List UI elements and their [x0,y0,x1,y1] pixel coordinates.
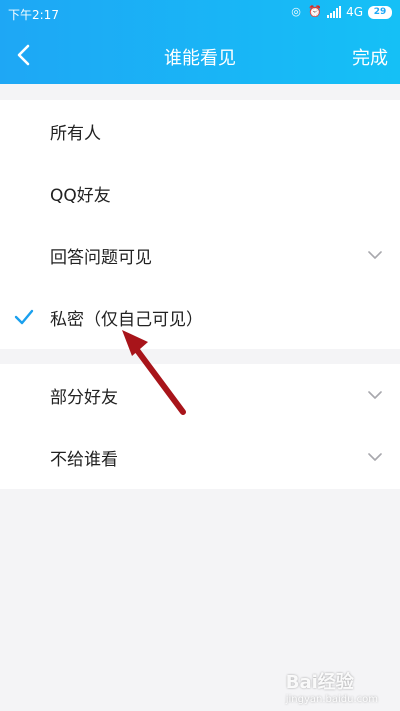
option-label: 私密（仅自己可见） [50,309,203,330]
option-label: 回答问题可见 [50,247,152,268]
done-button[interactable]: 完成 [352,44,388,70]
page-title: 谁能看见 [164,48,236,69]
status-time: 下午2:17 [8,8,59,22]
option-exclude-friends[interactable]: 不给谁看 [0,426,400,488]
friend-filter-options: 部分好友 不给谁看 [0,364,400,489]
chevron-down-icon [368,391,382,399]
option-everyone[interactable]: 所有人 [0,100,400,162]
option-private[interactable]: 私密（仅自己可见） [0,286,400,348]
network-type: 4G [346,5,363,19]
watermark: Bai经验 jingyan.baidu.com [286,668,378,705]
visibility-options: 所有人 QQ好友 回答问题可见 私密（仅自己可见） [0,100,400,349]
nav-bar: 谁能看见 完成 [0,28,400,84]
option-label: 不给谁看 [50,449,118,470]
chevron-down-icon [368,453,382,461]
app-header: 下午2:17 ◎ ⏰ 4G 29 谁能看见 完成 [0,0,400,84]
signal-icon [327,6,342,18]
chevron-down-icon [368,251,382,259]
option-qq-friends[interactable]: QQ好友 [0,162,400,224]
option-some-friends[interactable]: 部分好友 [0,364,400,426]
option-label: 所有人 [50,123,101,144]
alarm-icon: ⏰ [308,5,322,18]
option-answer-question[interactable]: 回答问题可见 [0,224,400,286]
status-icons: ◎ ⏰ 4G 29 [289,5,392,19]
checkmark-icon [14,309,34,325]
watermark-url: jingyan.baidu.com [285,694,378,705]
option-label: QQ好友 [50,185,111,206]
hotspot-icon: ◎ [291,5,301,18]
option-label: 部分好友 [50,387,118,408]
battery-icon: 29 [368,5,392,19]
status-bar: 下午2:17 ◎ ⏰ 4G 29 [0,0,400,28]
watermark-brand: Bai经验 [285,672,354,693]
